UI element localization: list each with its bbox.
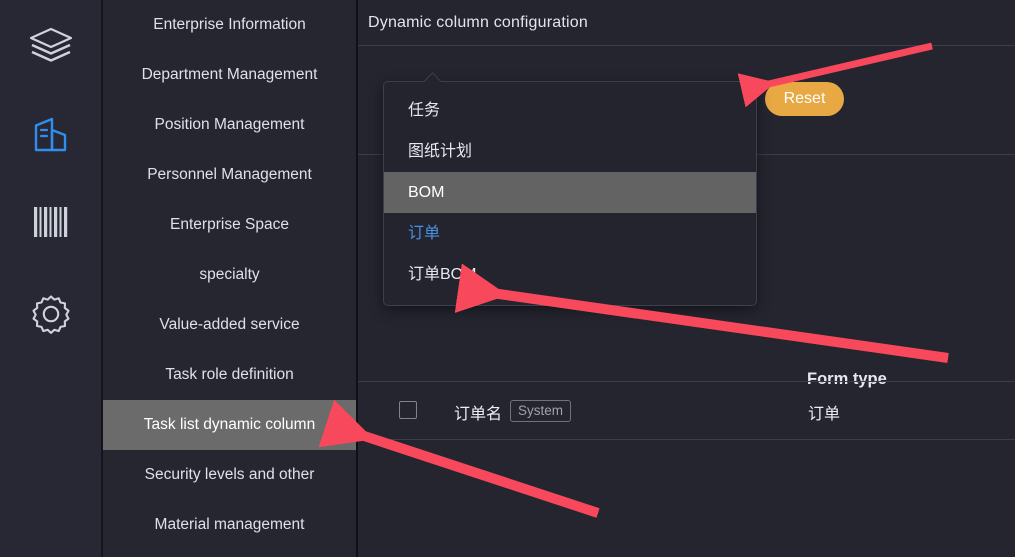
sidebar-item-task-list-dynamic-column[interactable]: Task list dynamic column — [103, 400, 356, 450]
page-title: Dynamic column configuration — [368, 13, 588, 31]
app-root: Enterprise Information Department Manage… — [0, 0, 1015, 557]
sidebar-item-security-levels-and-other[interactable]: Security levels and other — [103, 450, 356, 500]
row-checkbox[interactable] — [399, 401, 417, 419]
dropdown-option-order-bom[interactable]: 订单BOM — [384, 254, 756, 295]
table-row-divider — [358, 439, 1015, 440]
form-type-dropdown: 任务 图纸计划 BOM 订单 订单BOM — [383, 72, 757, 306]
dropdown-option-bom[interactable]: BOM — [384, 172, 756, 213]
table-row: 订单名 System 订单 — [358, 382, 1015, 439]
sidebar-item-task-role-definition[interactable]: Task role definition — [103, 350, 356, 400]
barcode-icon[interactable] — [21, 192, 81, 252]
main-header: Dynamic column configuration — [358, 0, 1015, 46]
sidebar-item-value-added-service[interactable]: Value-added service — [103, 300, 356, 350]
sidebar-item-personnel-management[interactable]: Personnel Management — [103, 150, 356, 200]
sidebar-item-specialty[interactable]: specialty — [103, 250, 356, 300]
dropdown-option-task[interactable]: 任务 — [384, 90, 756, 131]
building-icon[interactable] — [21, 104, 81, 164]
dropdown-option-drawing-plan[interactable]: 图纸计划 — [384, 131, 756, 172]
sidebar-item-department-management[interactable]: Department Management — [103, 50, 356, 100]
icon-rail — [0, 0, 103, 557]
sidebar-item-material-management[interactable]: Material management — [103, 500, 356, 550]
status-badge: System — [510, 400, 572, 422]
reset-button[interactable]: Reset — [765, 82, 844, 116]
row-column-name: 订单名 — [454, 406, 503, 423]
nav-sidebar: Enterprise Information Department Manage… — [103, 0, 358, 557]
main-content: Dynamic column configuration 订单 Reset 任务… — [358, 0, 1015, 557]
sidebar-item-position-management[interactable]: Position Management — [103, 100, 356, 150]
sidebar-item-enterprise-information[interactable]: Enterprise Information — [103, 0, 356, 50]
gear-icon[interactable] — [21, 284, 81, 344]
row-form-type: 订单 — [808, 406, 841, 423]
layers-stack-icon[interactable] — [21, 16, 81, 76]
dropdown-option-order[interactable]: 订单 — [384, 213, 756, 254]
sidebar-item-enterprise-space[interactable]: Enterprise Space — [103, 200, 356, 250]
